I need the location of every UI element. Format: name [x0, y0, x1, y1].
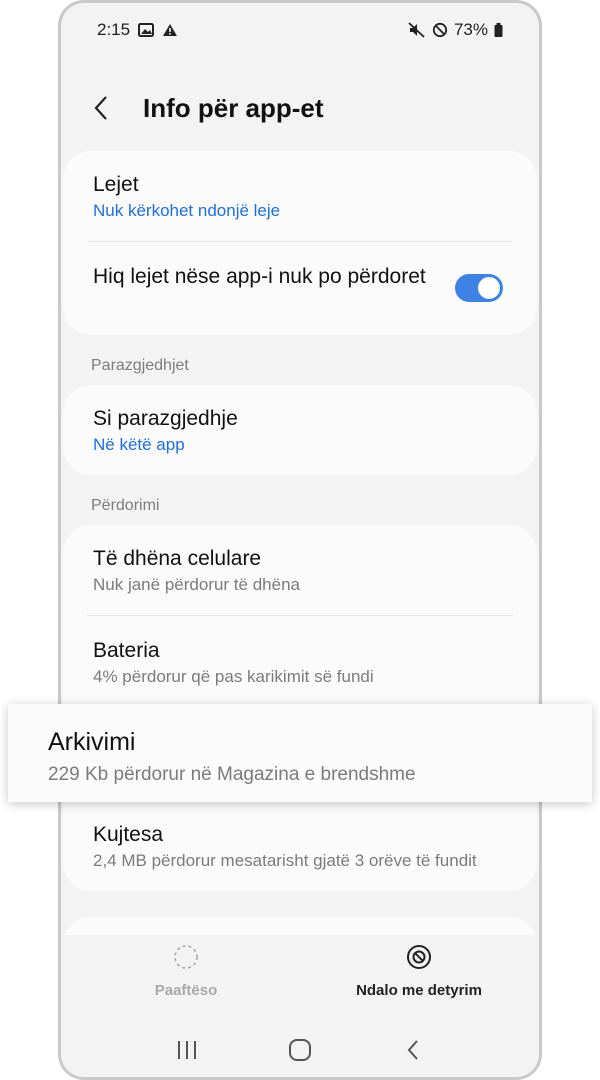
battery-title: Bateria — [93, 639, 160, 662]
status-time: 2:15 — [97, 20, 131, 39]
section-label-defaults: Parazgjedhjet — [91, 357, 189, 374]
mute-icon — [408, 22, 426, 38]
section-label-usage: Përdorimi — [91, 497, 160, 514]
mobile-data-title: Të dhëna celulare — [93, 547, 262, 570]
status-bar: 2:15 73% — [61, 3, 539, 57]
page-title: Info për app-et — [143, 92, 324, 123]
remove-permissions-row[interactable]: Hiq lejet nëse app-i nuk po përdoret — [93, 263, 427, 290]
mobile-data-row[interactable]: Të dhëna celulare Nuk janë përdorur të d… — [93, 545, 513, 596]
remove-permissions-title: Hiq lejet nëse app-i nuk po përdoret — [93, 265, 426, 288]
permissions-row[interactable]: Lejet Nuk kërkohet ndonjë leje — [93, 171, 513, 222]
app-header: Info për app-et — [61, 73, 539, 143]
battery-row[interactable]: Bateria 4% përdorur që pas karikimit së … — [93, 637, 513, 688]
disable-label: Paaftëso — [154, 982, 218, 999]
remove-permissions-toggle[interactable] — [455, 274, 503, 302]
chevron-left-icon — [94, 96, 107, 120]
nav-back-icon — [407, 1040, 418, 1060]
recent-apps-button[interactable] — [167, 1030, 207, 1070]
navigation-bar — [61, 1017, 539, 1077]
warning-icon — [162, 23, 178, 37]
phone-frame: 2:15 73% Info për app-et Lejet Nuk kërko… — [58, 0, 542, 1080]
permissions-subtitle: Nuk kërkohet ndonjë leje — [93, 201, 281, 220]
home-button[interactable] — [280, 1030, 320, 1070]
battery-subtitle: 4% përdorur që pas karikimit së fundi — [93, 667, 374, 686]
permissions-title: Lejet — [93, 173, 139, 196]
image-icon — [138, 23, 155, 37]
home-icon — [288, 1039, 311, 1061]
defaults-row[interactable]: Si parazgjedhje Në këtë app — [93, 405, 513, 456]
toggle-knob — [477, 276, 501, 300]
storage-row-highlighted[interactable]: Arkivimi 229 Kb përdorur në Magazina e b… — [8, 704, 592, 802]
divider — [87, 615, 513, 616]
disable-icon — [174, 945, 198, 969]
defaults-card: Si parazgjedhje Në këtë app — [63, 385, 537, 475]
recent-apps-icon — [178, 1041, 197, 1059]
battery-percent: 73% — [453, 20, 488, 39]
defaults-title: Si parazgjedhje — [93, 407, 238, 430]
force-stop-button[interactable]: Ndalo me detyrim — [329, 943, 509, 999]
battery-icon — [494, 23, 503, 37]
permissions-card: Lejet Nuk kërkohet ndonjë leje Hiq lejet… — [63, 151, 537, 335]
mobile-data-subtitle: Nuk janë përdorur të dhëna — [93, 575, 300, 594]
disable-button[interactable]: Paaftëso — [101, 943, 271, 999]
do-not-disturb-icon — [432, 22, 448, 38]
nav-back-button[interactable] — [393, 1030, 433, 1070]
defaults-subtitle: Në këtë app — [93, 435, 185, 454]
force-stop-icon — [407, 945, 431, 969]
force-stop-label: Ndalo me detyrim — [356, 982, 482, 999]
storage-subtitle: 229 Kb përdorur në Magazina e brendshme — [48, 764, 416, 785]
storage-title: Arkivimi — [48, 728, 136, 756]
back-button[interactable] — [93, 93, 117, 123]
memory-row[interactable]: Kujtesa 2,4 MB përdorur mesatarisht gjat… — [93, 821, 513, 872]
divider — [87, 241, 513, 242]
bottom-action-bar: Paaftëso Ndalo me detyrim — [61, 935, 539, 1017]
memory-title: Kujtesa — [93, 823, 164, 846]
memory-subtitle: 2,4 MB përdorur mesatarisht gjatë 3 orëv… — [93, 851, 477, 870]
